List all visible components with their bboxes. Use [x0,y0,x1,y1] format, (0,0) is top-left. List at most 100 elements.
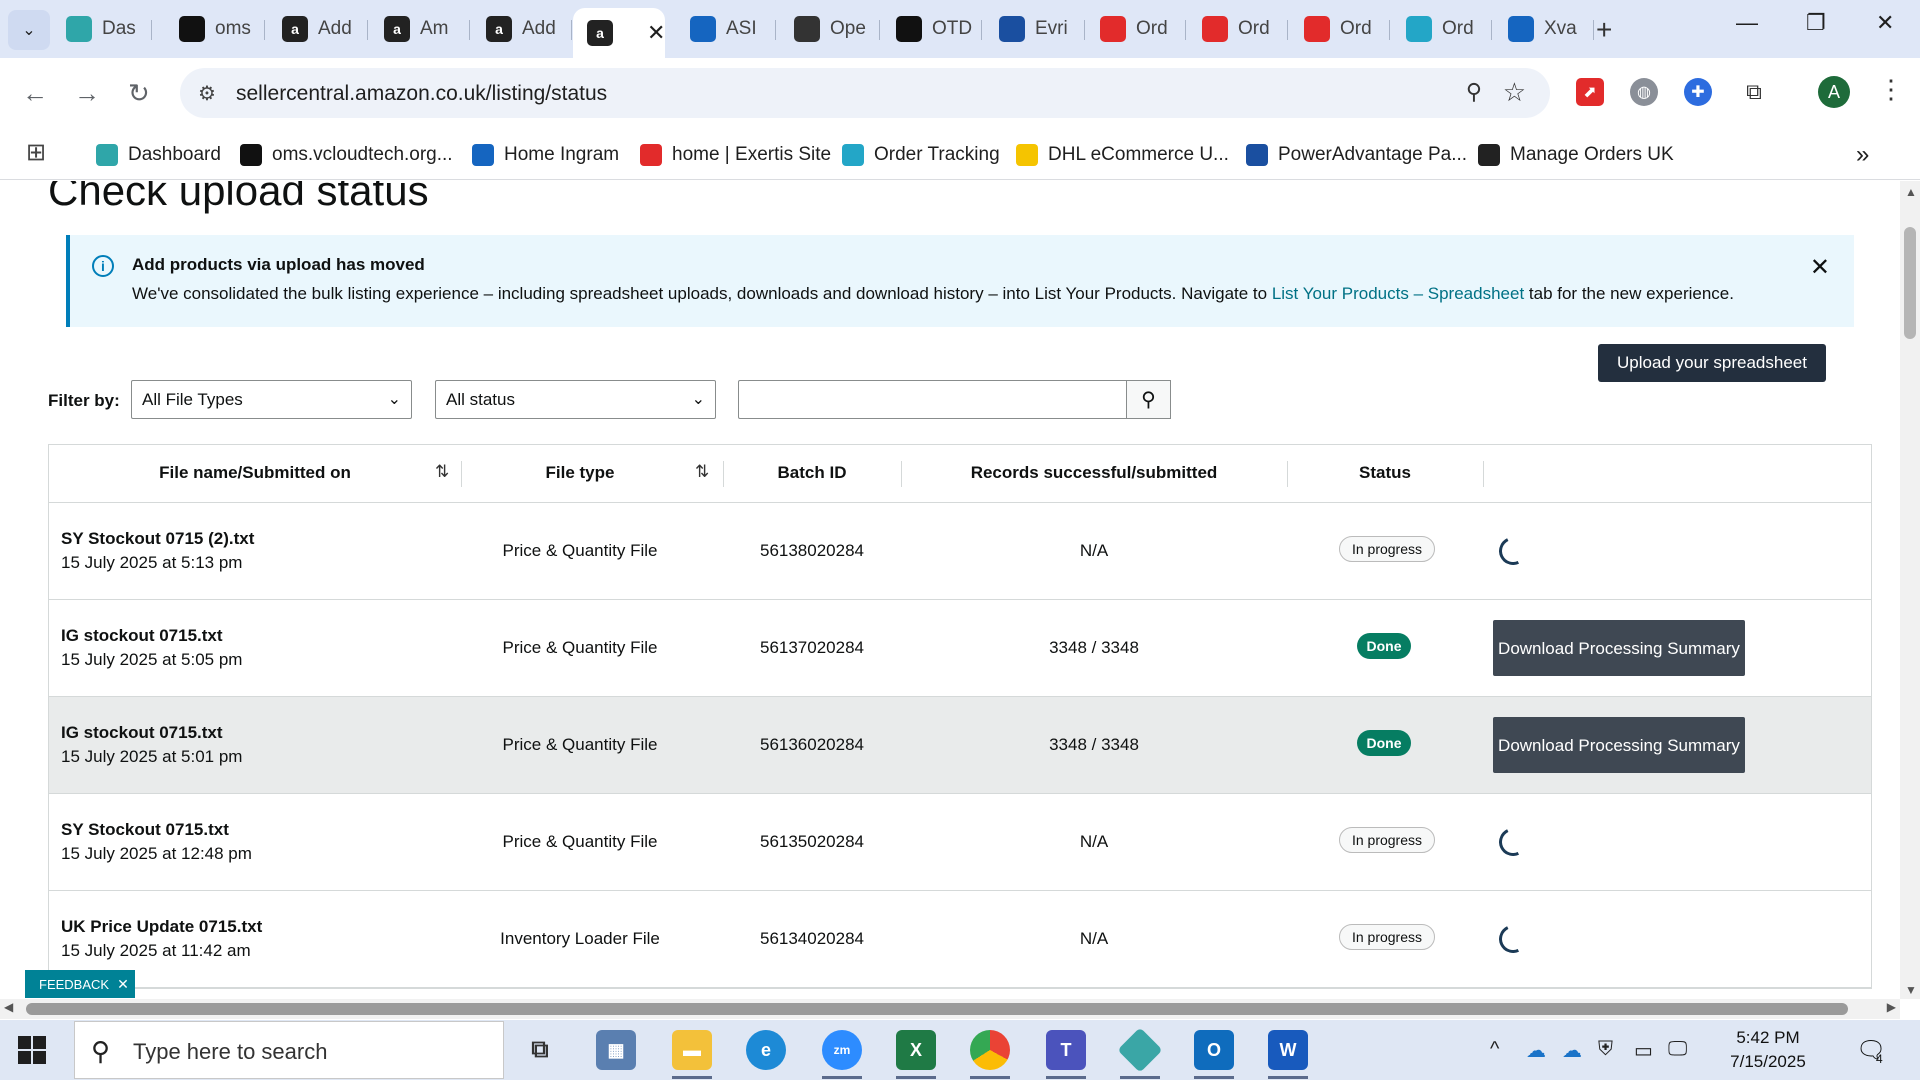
scrollbar-thumb[interactable] [1904,227,1916,339]
browser-tab[interactable]: Evri [985,8,1085,50]
tab-divider [469,20,470,40]
banner-link[interactable]: List Your Products – Spreadsheet [1272,284,1524,303]
bookmark-star-icon[interactable]: ☆ [1503,77,1526,108]
search-input[interactable] [738,380,1128,419]
file-type: Price & Quantity File [502,638,658,657]
url-text[interactable]: sellercentral.amazon.co.uk/listing/statu… [236,82,607,106]
more-bookmarks-icon[interactable]: » [1856,140,1869,170]
word-icon[interactable]: W [1268,1030,1308,1070]
vertical-scrollbar[interactable]: ▲ ▼ [1900,181,1920,999]
close-tab-icon[interactable]: ✕ [647,20,665,46]
tab-search-button[interactable]: ⌄ [8,10,50,50]
browser-tab[interactable]: ASI [676,8,776,50]
app-diamond-icon[interactable] [1117,1027,1163,1073]
teams-icon[interactable]: T [1046,1030,1086,1070]
browser-tab[interactable]: a Am [370,8,470,50]
outlook-icon[interactable]: O [1194,1030,1234,1070]
browser-menu-icon[interactable]: ⋮ [1878,74,1904,105]
file-type-select[interactable]: All File Types ⌄ [131,380,412,419]
globe-extension-icon[interactable]: ◍ [1630,78,1658,106]
extensions-puzzle-icon[interactable]: ⧉ [1740,78,1768,106]
back-icon[interactable]: ← [22,78,48,109]
calculator-icon[interactable]: ▦ [596,1030,636,1070]
browser-tab[interactable]: Ord [1086,8,1186,50]
security-icon[interactable]: ⛨ [1598,1038,1613,1061]
browser-tab[interactable]: a Add [268,8,368,50]
scroll-up-icon[interactable]: ▲ [1905,185,1917,199]
bookmark-item[interactable]: Home Ingram [472,140,619,170]
minimize-icon[interactable]: — [1736,10,1758,36]
header-file-type[interactable]: File type [461,463,699,483]
tab-label: Xva [1544,18,1577,39]
scroll-right-icon[interactable]: ▶ [1887,1000,1896,1014]
download-summary-button[interactable]: Download Processing Summary [1493,717,1745,773]
battery-icon[interactable]: ▭ [1634,1038,1653,1063]
bookmark-item[interactable]: Manage Orders UK [1478,140,1674,170]
chrome-icon[interactable] [970,1030,1010,1070]
network-icon[interactable]: 🖵 [1668,1038,1687,1061]
acrobat-extension-icon[interactable]: ⬈ [1576,78,1604,106]
profile-avatar[interactable]: A [1818,76,1850,108]
edge-icon[interactable]: e [746,1030,786,1070]
bookmark-item[interactable]: Dashboard [96,140,221,170]
clock-date: 7/15/2025 [1730,1052,1806,1071]
onedrive-icon[interactable]: ☁ [1562,1038,1582,1063]
close-icon[interactable]: ✕ [117,976,129,993]
close-window-icon[interactable]: ✕ [1876,10,1894,36]
site-info-icon[interactable]: ⚙ [198,81,216,106]
download-summary-button[interactable]: Download Processing Summary [1493,620,1745,676]
bookmark-item[interactable]: PowerAdvantage Pa... [1246,140,1467,170]
browser-tab[interactable]: Ord [1290,8,1390,50]
forward-icon[interactable]: → [74,78,100,109]
browser-tab[interactable]: Das [52,8,152,50]
page-title: Check upload status [48,181,429,214]
restore-icon[interactable]: ❐ [1806,10,1826,36]
submitted-on: 15 July 2025 at 12:48 pm [61,844,252,863]
header-file-name[interactable]: File name/Submitted on [49,463,461,483]
zoom-icon[interactable]: ⚲ [1466,79,1482,105]
task-view-icon[interactable]: ⧉ [520,1030,560,1070]
tab-divider [264,20,265,40]
browser-tab[interactable]: a Add [472,8,572,50]
address-bar[interactable]: ⚙ sellercentral.amazon.co.uk/listing/sta… [180,68,1550,118]
sort-icon[interactable]: ⇅ [435,462,449,482]
system-clock[interactable]: 5:42 PM 7/15/2025 [1720,1026,1816,1074]
bookmark-label: Dashboard [128,144,221,165]
reload-icon[interactable]: ↻ [128,78,150,109]
bookmark-item[interactable]: Order Tracking [842,140,1000,170]
browser-tab[interactable]: Ord [1188,8,1288,50]
sort-icon[interactable]: ⇅ [695,462,709,482]
status-select[interactable]: All status ⌄ [435,380,716,419]
close-icon[interactable]: ✕ [1810,253,1830,282]
vpn-extension-icon[interactable]: ✚ [1684,78,1712,106]
file-type-select-value: All File Types [142,389,243,409]
browser-tab[interactable]: Ope [780,8,880,50]
browser-tab[interactable]: OTD [882,8,982,50]
table-row: IG stockout 0715.txt 15 July 2025 at 5:01… [49,697,1871,794]
bookmark-item[interactable]: oms.vcloudtech.org... [240,140,453,170]
scrollbar-thumb[interactable] [26,1003,1848,1015]
upload-spreadsheet-button[interactable]: Upload your spreadsheet [1598,344,1826,382]
horizontal-scrollbar[interactable]: ◀ ▶ [0,999,1900,1019]
bookmark-item[interactable]: DHL eCommerce U... [1016,140,1229,170]
browser-tab[interactable]: Xva [1494,8,1594,50]
active-app-indicator [672,1076,712,1079]
windows-start-icon[interactable] [18,1036,46,1064]
search-button[interactable]: ⚲ [1126,380,1171,419]
apps-grid-icon[interactable]: ⊞ [26,138,46,167]
file-explorer-icon[interactable]: ▬ [672,1030,712,1070]
chevron-up-icon[interactable]: ^ [1490,1038,1499,1061]
feedback-button[interactable]: FEEDBACK ✕ [25,970,135,998]
onedrive-icon[interactable]: ☁ [1526,1038,1546,1063]
browser-tab[interactable]: Ord [1392,8,1492,50]
bookmark-item[interactable]: home | Exertis Site [640,140,831,170]
scroll-down-icon[interactable]: ▼ [1905,983,1917,997]
browser-tab[interactable]: a ✕ [573,8,665,58]
poweradvantage-icon [1246,144,1268,166]
excel-icon[interactable]: X [896,1030,936,1070]
zoom-app-icon[interactable]: zm [822,1030,862,1070]
scroll-left-icon[interactable]: ◀ [4,1000,13,1014]
new-tab-button[interactable]: + [1596,14,1612,46]
taskbar-search-input[interactable]: ⚲ Type here to search [74,1021,504,1079]
browser-tab[interactable]: oms [165,8,265,50]
